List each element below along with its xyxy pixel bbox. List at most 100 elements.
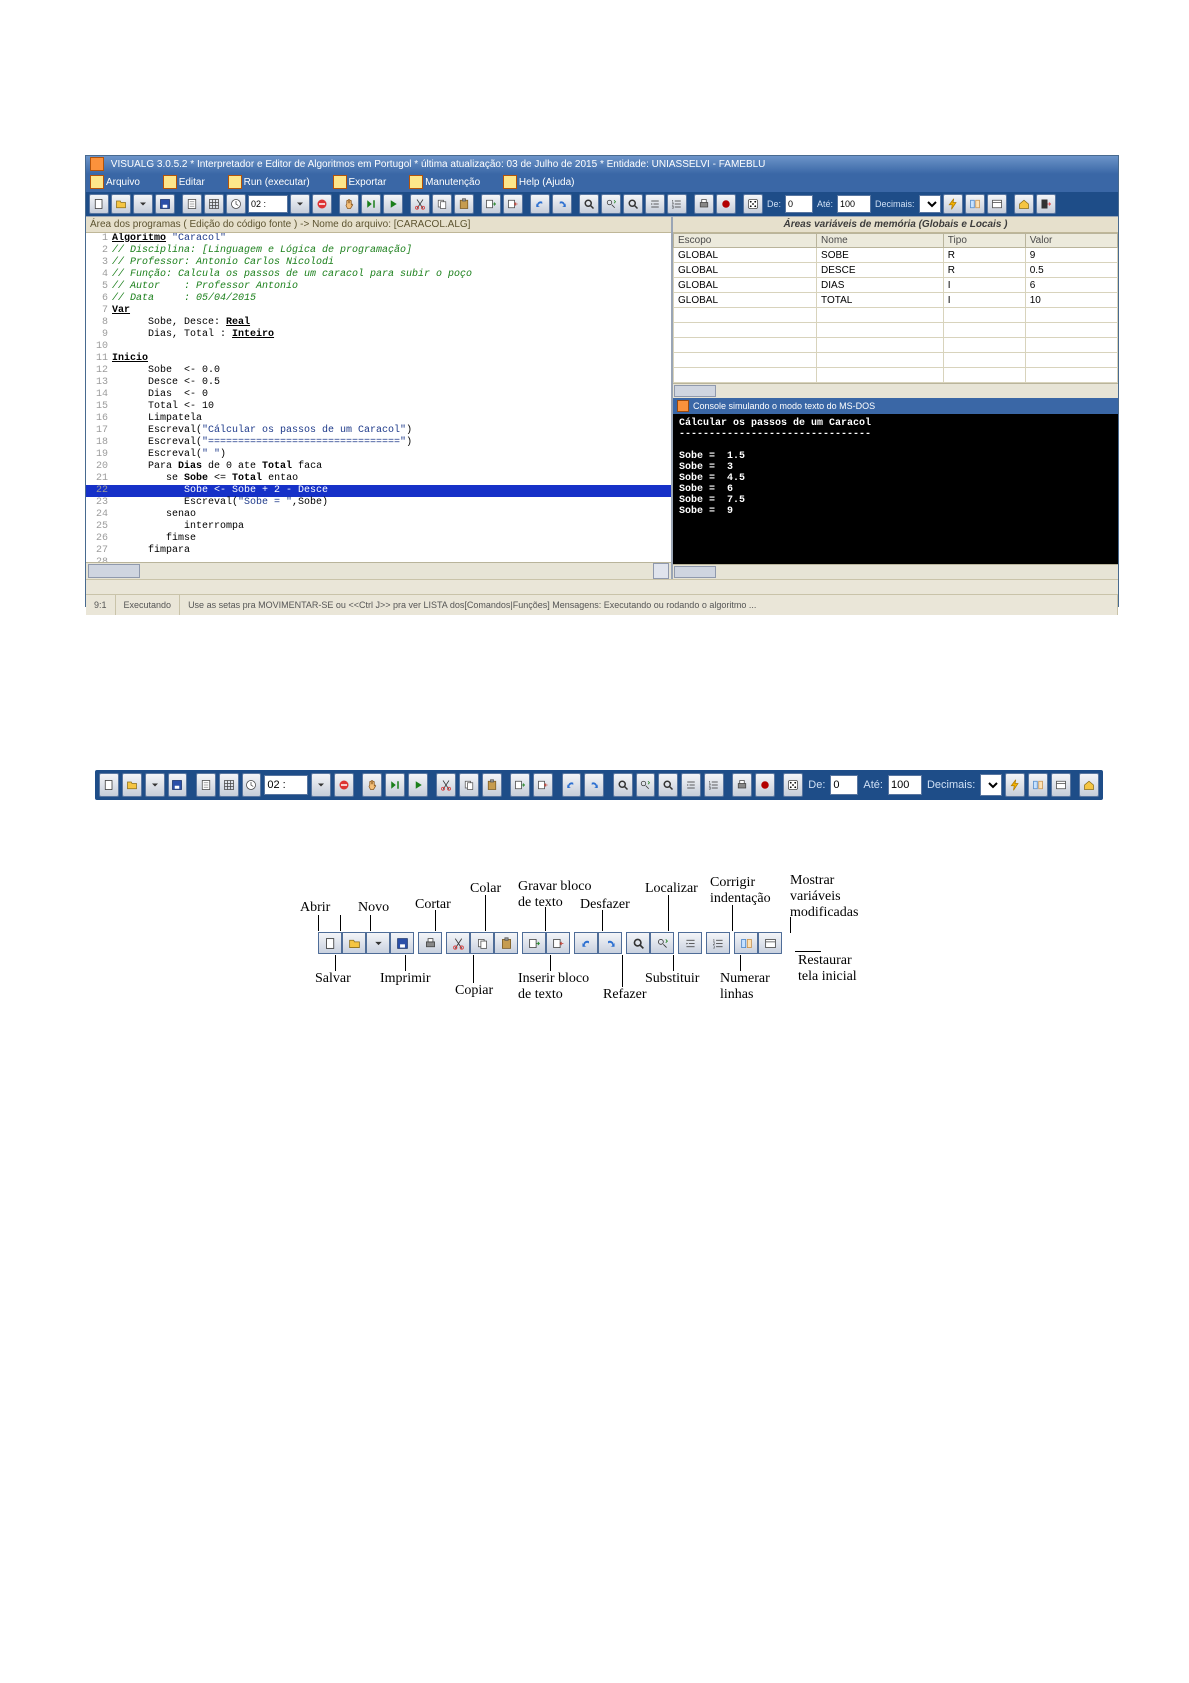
exit-button[interactable] — [1036, 194, 1056, 214]
find-next-button[interactable] — [658, 773, 678, 797]
code-line[interactable]: 16 Limpatela — [86, 413, 671, 425]
open-button[interactable] — [111, 194, 131, 214]
col-escopo[interactable]: Escopo — [674, 234, 817, 248]
table-row[interactable]: GLOBALDIASI6 — [674, 278, 1118, 293]
code-line[interactable]: 20 Para Dias de 0 ate Total faca — [86, 461, 671, 473]
code-line[interactable]: 27 fimpara — [86, 545, 671, 557]
restore-button[interactable] — [1051, 773, 1071, 797]
menu-run[interactable]: Run (executar) — [228, 177, 320, 188]
copy-button[interactable] — [432, 194, 452, 214]
number-lines-button[interactable]: 123 — [704, 773, 724, 797]
code-line[interactable]: 18 Escreval("===========================… — [86, 437, 671, 449]
home-button[interactable] — [1079, 773, 1099, 797]
undo-button[interactable] — [530, 194, 550, 214]
stop-button[interactable] — [312, 194, 332, 214]
code-line[interactable]: 19 Escreval(" ") — [86, 449, 671, 461]
code-line[interactable]: 6// Data : 05/04/2015 — [86, 293, 671, 305]
replace-button[interactable] — [636, 773, 656, 797]
insert-block-button[interactable] — [510, 773, 530, 797]
code-line[interactable]: 5// Autor : Professor Antonio — [86, 281, 671, 293]
window-titlebar[interactable]: VISUALG 3.0.5.2 * Interpretador e Editor… — [86, 156, 1118, 174]
code-line[interactable]: 14 Dias <- 0 — [86, 389, 671, 401]
menu-manutencao[interactable]: Manutenção — [409, 177, 490, 188]
code-line[interactable]: 10 — [86, 341, 671, 353]
layout-button[interactable] — [182, 194, 202, 214]
code-line[interactable]: 23 Escreval("Sobe = ",Sobe) — [86, 497, 671, 509]
ate-field[interactable] — [888, 775, 922, 795]
code-line[interactable]: 25 interrompa — [86, 521, 671, 533]
flash-button[interactable] — [943, 194, 963, 214]
code-line[interactable]: 22 Sobe <- Sobe + 2 - Desce — [86, 485, 671, 497]
find-button[interactable] — [579, 194, 599, 214]
code-editor[interactable]: 1Algoritmo "Caracol"2// Disciplina: [Lin… — [86, 233, 671, 562]
menu-editar[interactable]: Editar — [163, 177, 215, 188]
undo-button[interactable] — [562, 773, 582, 797]
breakpoint-button[interactable] — [716, 194, 736, 214]
timer-button[interactable] — [226, 194, 246, 214]
find-button[interactable] — [613, 773, 633, 797]
save-block-button[interactable] — [503, 194, 523, 214]
table-row[interactable]: GLOBALDESCER0.5 — [674, 263, 1118, 278]
random-button[interactable] — [783, 773, 803, 797]
indent-button[interactable] — [645, 194, 665, 214]
cut-button[interactable] — [410, 194, 430, 214]
copy-button[interactable] — [459, 773, 479, 797]
code-line[interactable]: 21 se Sobe <= Total entao — [86, 473, 671, 485]
code-line[interactable]: 24 senao — [86, 509, 671, 521]
save-button[interactable] — [168, 773, 188, 797]
code-line[interactable]: 3// Professor: Antonio Carlos Nicolodi — [86, 257, 671, 269]
cut-button[interactable] — [436, 773, 456, 797]
timer-field[interactable] — [264, 775, 308, 795]
print-button[interactable] — [732, 773, 752, 797]
print-button[interactable] — [694, 194, 714, 214]
timer-dropdown[interactable] — [290, 194, 310, 214]
break-button[interactable] — [339, 194, 359, 214]
col-nome[interactable]: Nome — [817, 234, 944, 248]
new-button[interactable] — [89, 194, 109, 214]
vars-button[interactable] — [965, 194, 985, 214]
insert-block-button[interactable] — [481, 194, 501, 214]
col-tipo[interactable]: Tipo — [943, 234, 1025, 248]
code-line[interactable]: 28 — [86, 557, 671, 562]
layout-button[interactable] — [196, 773, 216, 797]
menu-arquivo[interactable]: Arquivo — [90, 177, 150, 188]
code-line[interactable]: 2// Disciplina: [Linguagem e Lógica de p… — [86, 245, 671, 257]
stop-button[interactable] — [334, 773, 354, 797]
menu-help[interactable]: Help (Ajuda) — [503, 177, 585, 188]
indent-button[interactable] — [681, 773, 701, 797]
code-line[interactable]: 9 Dias, Total : Inteiro — [86, 329, 671, 341]
code-line[interactable]: 17 Escreval("Cálcular os passos de um Ca… — [86, 425, 671, 437]
code-line[interactable]: 7Var — [86, 305, 671, 317]
code-line[interactable]: 4// Função: Calcula os passos de um cara… — [86, 269, 671, 281]
breakpoint-button[interactable] — [755, 773, 775, 797]
code-line[interactable]: 26 fimse — [86, 533, 671, 545]
home-button[interactable] — [1014, 194, 1034, 214]
console-header[interactable]: Console simulando o modo texto do MS-DOS — [673, 398, 1118, 414]
find-next-button[interactable] — [623, 194, 643, 214]
code-line[interactable]: 13 Desce <- 0.5 — [86, 377, 671, 389]
restore-button[interactable] — [987, 194, 1007, 214]
flash-button[interactable] — [1005, 773, 1025, 797]
hscroll-right-arrow-icon[interactable] — [653, 563, 669, 579]
table-row[interactable]: GLOBALTOTALI10 — [674, 293, 1118, 308]
col-valor[interactable]: Valor — [1025, 234, 1117, 248]
grid-button[interactable] — [219, 773, 239, 797]
decimais-select[interactable] — [980, 774, 1002, 796]
redo-button[interactable] — [584, 773, 604, 797]
paste-button[interactable] — [454, 194, 474, 214]
de-field[interactable] — [830, 775, 858, 795]
vars-hscroll[interactable] — [673, 383, 1118, 398]
timer-dropdown[interactable] — [311, 773, 331, 797]
break-button[interactable] — [362, 773, 382, 797]
save-block-button[interactable] — [533, 773, 553, 797]
step-button[interactable] — [385, 773, 405, 797]
open-dropdown[interactable] — [145, 773, 165, 797]
menu-exportar[interactable]: Exportar — [333, 177, 397, 188]
code-line[interactable]: 11Inicio — [86, 353, 671, 365]
code-line[interactable]: 8 Sobe, Desce: Real — [86, 317, 671, 329]
console-hscroll[interactable] — [673, 564, 1118, 579]
run-button[interactable] — [408, 773, 428, 797]
replace-button[interactable] — [601, 194, 621, 214]
code-line[interactable]: 15 Total <- 10 — [86, 401, 671, 413]
console-hscroll-thumb[interactable] — [674, 566, 716, 578]
